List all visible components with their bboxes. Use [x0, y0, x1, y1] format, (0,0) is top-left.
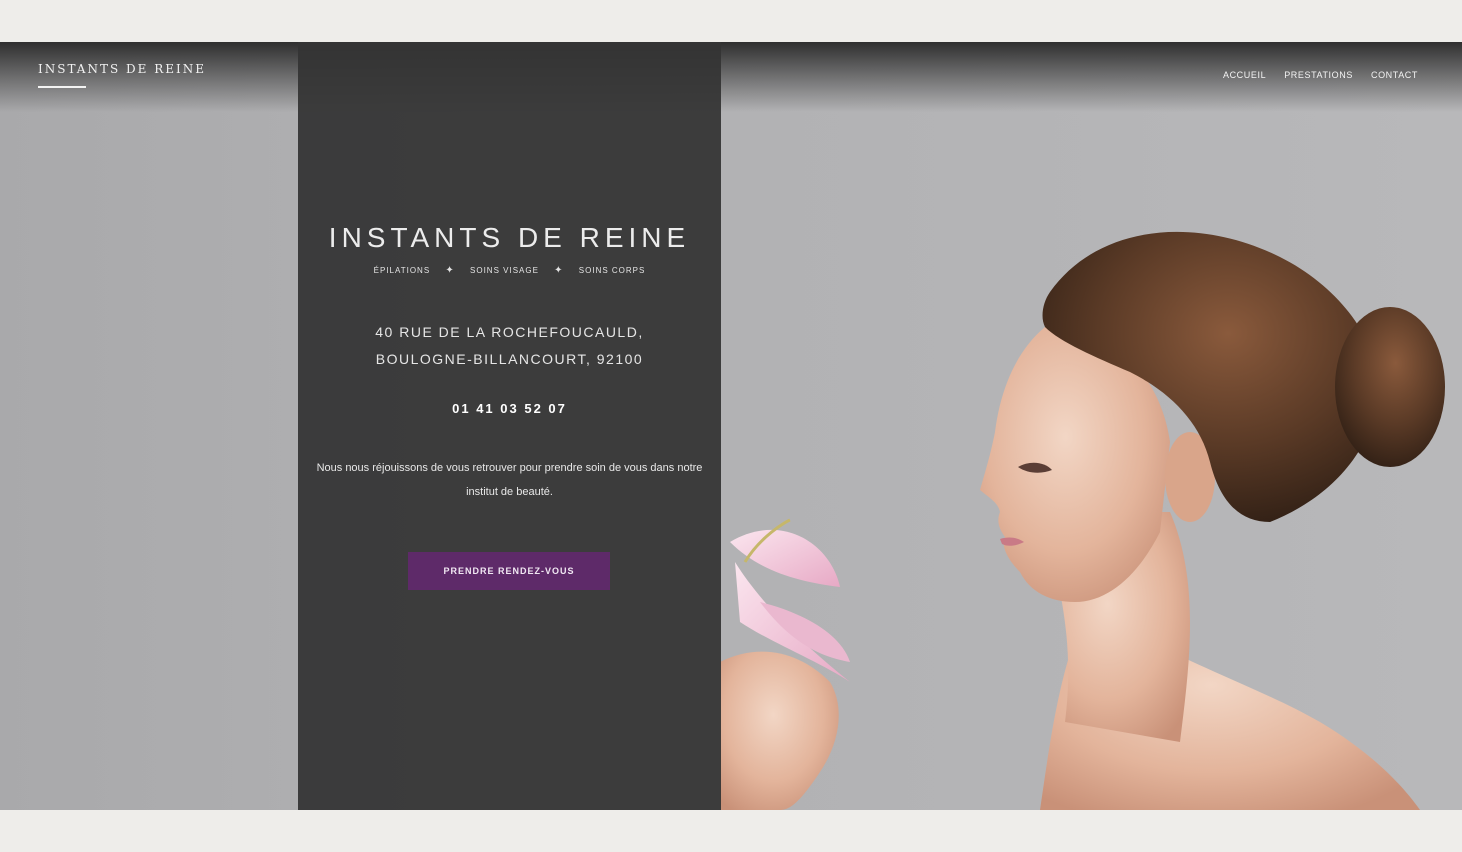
- brand-logo[interactable]: INSTANTS DE REINE: [38, 62, 206, 76]
- phone-number[interactable]: 01 41 03 52 07: [298, 401, 721, 416]
- page-top-margin: [0, 0, 1462, 42]
- address-line-1: 40 RUE DE LA ROCHEFOUCAULD,: [375, 324, 644, 340]
- site-title: INSTANTS DE REINE: [328, 222, 691, 253]
- nav-accueil[interactable]: ACCUEIL: [1223, 70, 1266, 80]
- star-separator-icon: ✦: [554, 265, 564, 276]
- address-line-2: BOULOGNE-BILLANCOURT, 92100: [375, 351, 644, 367]
- services-list: ÉPILATIONS ✦ SOINS VISAGE ✦ SOINS CORPS: [298, 265, 721, 276]
- address: 40 RUE DE LA ROCHEFOUCAULD, BOULOGNE-BIL…: [298, 319, 721, 373]
- intro-text: Nous nous réjouissons de vous retrouver …: [316, 462, 703, 498]
- nav-prestations[interactable]: PRESTATIONS: [1284, 70, 1353, 80]
- service-soins-visage: SOINS VISAGE: [470, 266, 539, 275]
- nav-contact[interactable]: CONTACT: [1371, 70, 1418, 80]
- page-bottom-margin: [0, 810, 1462, 852]
- service-soins-corps: SOINS CORPS: [578, 266, 646, 275]
- hero-photo: [720, 231, 1445, 810]
- book-appointment-button[interactable]: PRENDRE RENDEZ-VOUS: [408, 552, 610, 590]
- brand-underline: [38, 86, 86, 88]
- hero-section: INSTANTS DE REINE ACCUEIL PRESTATIONS CO…: [0, 42, 1462, 810]
- star-separator-icon: ✦: [445, 265, 455, 276]
- main-nav: ACCUEIL PRESTATIONS CONTACT: [1223, 70, 1418, 80]
- info-panel: INSTANTS DE REINE ÉPILATIONS ✦ SOINS VIS…: [298, 42, 721, 810]
- service-epilations: ÉPILATIONS: [373, 266, 431, 275]
